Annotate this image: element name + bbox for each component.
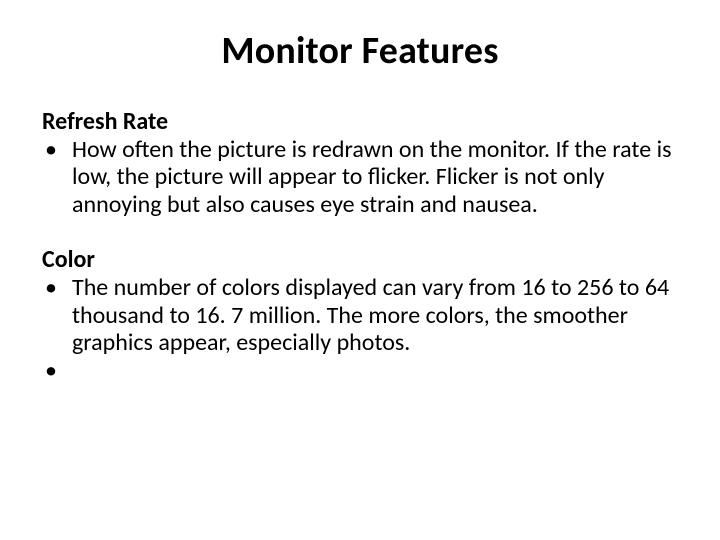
bullet-marker: • xyxy=(42,357,72,385)
slide-title: Monitor Features xyxy=(42,28,678,74)
section-heading: Refresh Rate xyxy=(42,108,678,136)
bullet-marker: • xyxy=(42,274,72,302)
section-refresh-rate: Refresh Rate • How often the picture is … xyxy=(42,108,678,218)
section-heading: Color xyxy=(42,246,678,274)
section-color: Color • The number of colors displayed c… xyxy=(42,246,678,384)
bullet-item: • The number of colors displayed can var… xyxy=(42,274,678,357)
bullet-item: • xyxy=(42,357,678,385)
bullet-item: • How often the picture is redrawn on th… xyxy=(42,136,678,219)
bullet-text: The number of colors displayed can vary … xyxy=(72,274,678,357)
bullet-text: How often the picture is redrawn on the … xyxy=(72,136,678,219)
bullet-marker: • xyxy=(42,136,72,164)
